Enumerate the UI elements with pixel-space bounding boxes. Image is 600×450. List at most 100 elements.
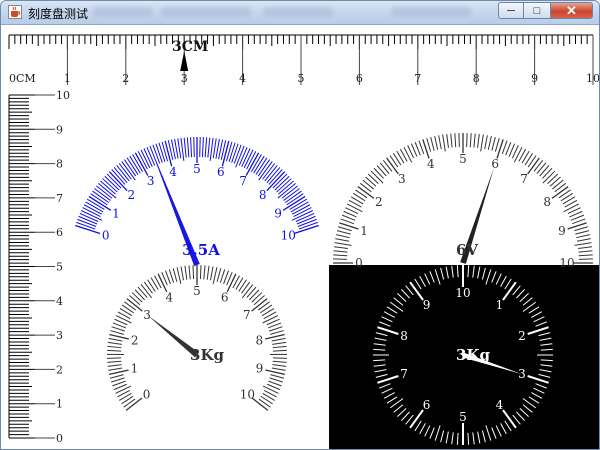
ruler-label: 10 — [56, 89, 70, 102]
gauge-tick — [107, 364, 122, 367]
gauge-tick — [241, 281, 251, 294]
gauge-label: 4 — [427, 157, 435, 171]
gauge-label: 6 — [221, 290, 229, 304]
gauge-tick — [346, 203, 363, 213]
gauge-label: 1 — [496, 298, 504, 312]
close-button[interactable]: ✕ — [550, 2, 593, 19]
gauge-tick — [241, 284, 254, 299]
ruler-label: 4 — [239, 72, 246, 85]
gauge-tick — [442, 134, 446, 152]
gauge-tick — [212, 138, 217, 159]
gauge-tick — [201, 137, 204, 158]
gauge-tick — [147, 279, 156, 292]
gauge-tick — [563, 203, 580, 213]
title-bar[interactable]: 刻度盘测试 ─ □ ✕ — [1, 1, 599, 25]
content-area: 1 2 3 4 5 6 7 8 9 10 0CM 3CM 0 1 2 3 4 5 6 7 8 9 10 012345678… — [1, 25, 599, 449]
gauge-label: 5 — [193, 284, 201, 298]
gauge-label: 7 — [400, 367, 408, 381]
gauge-label: 8 — [255, 333, 263, 347]
gauge-tick — [206, 265, 210, 280]
gauge-tick — [193, 137, 195, 158]
gauge-label: 2 — [131, 333, 139, 347]
gauge-tick — [115, 315, 132, 324]
gauge-tick — [547, 173, 559, 184]
gauge-tick — [184, 265, 188, 280]
gauge-tick — [272, 364, 287, 367]
gauge-label: 9 — [423, 298, 431, 312]
gauge-tick — [121, 161, 136, 181]
gauge-tick — [124, 301, 136, 311]
minimize-button[interactable]: ─ — [498, 2, 524, 19]
gauge-label: 4 — [496, 398, 504, 412]
gauge-tick — [487, 136, 492, 150]
voltage-gauge: 0 1 2 3 4 5 6 7 8 9 10 6V — [333, 133, 593, 270]
window-controls: ─ □ ✕ — [498, 2, 593, 20]
gauge-tick — [115, 385, 132, 394]
ruler-label: 10 — [586, 72, 599, 85]
gauge-tick — [140, 284, 153, 299]
gauge-tick — [554, 182, 567, 193]
gauge-label: 0 — [102, 228, 110, 242]
gauge-tick — [578, 250, 593, 253]
gauge-tick — [258, 161, 273, 181]
ruler-label: 3 — [181, 72, 188, 85]
ruler-label: 1 — [64, 72, 71, 85]
gauge-tick — [164, 140, 173, 167]
gauge-tick — [204, 137, 208, 158]
gauge-tick — [552, 179, 564, 190]
gauge-tick — [527, 155, 537, 168]
gauge-label: 10 — [281, 228, 296, 242]
gauge-tick — [454, 133, 457, 148]
gauge-tick — [392, 152, 402, 166]
gauge-tick — [121, 395, 134, 405]
ruler-label: 1 — [56, 398, 63, 411]
gauge-tick — [469, 133, 472, 148]
gauge-tick — [336, 230, 351, 235]
minimize-icon: ─ — [507, 4, 515, 17]
gauge-tick — [494, 138, 500, 152]
gauge-label: 0 — [355, 256, 363, 270]
gauge-tick — [188, 265, 191, 280]
ruler-label: 7 — [56, 192, 63, 205]
gauge-tick — [134, 289, 146, 301]
gauge-tick — [484, 135, 488, 150]
gauge-tick — [203, 265, 206, 280]
gauge-label: 2 — [518, 329, 526, 343]
maximize-button[interactable]: □ — [524, 2, 550, 19]
ruler-label: 3 — [56, 329, 63, 342]
gauge-tick — [177, 138, 182, 159]
gauge-label: 7 — [239, 174, 247, 188]
gauge-tick — [359, 182, 372, 193]
gauge-tick — [333, 250, 348, 253]
gauge-tick — [123, 398, 136, 408]
gauge-tick — [158, 142, 166, 163]
gauge-tick — [270, 330, 284, 335]
ruler-label: 9 — [531, 72, 538, 85]
gauge-tick — [143, 281, 153, 294]
gauge-label: 1 — [360, 224, 368, 238]
gauge-tick — [367, 173, 379, 184]
close-icon: ✕ — [566, 2, 577, 18]
gauge-tick — [207, 137, 211, 158]
gauge-tick — [107, 349, 122, 352]
blurred-text — [161, 7, 251, 17]
gauge-label: 7 — [243, 308, 251, 322]
gauge-value-text: 6V — [456, 241, 478, 259]
gauge-tick — [536, 162, 547, 174]
gauge-tick — [542, 167, 553, 179]
ruler-label: 6 — [356, 72, 363, 85]
gauge-tick — [574, 242, 592, 246]
gauge-tick — [265, 369, 286, 375]
gauge-tick — [578, 254, 593, 257]
gauge-tick — [258, 398, 271, 408]
gauge-label: 10 — [559, 256, 574, 270]
gauge-tick — [109, 333, 129, 340]
current-gauge: 01234 5 6789 10 3.5A — [75, 137, 319, 267]
gauge-tick — [403, 146, 413, 163]
gauge-tick — [137, 286, 148, 298]
gauge-tick — [262, 385, 279, 394]
gauge-label: 6 — [217, 165, 225, 179]
weight-gauge-white: 01234 5 6789103Kg — [106, 265, 288, 411]
gauge-tick — [272, 357, 287, 359]
ruler-label: 6 — [56, 226, 63, 239]
